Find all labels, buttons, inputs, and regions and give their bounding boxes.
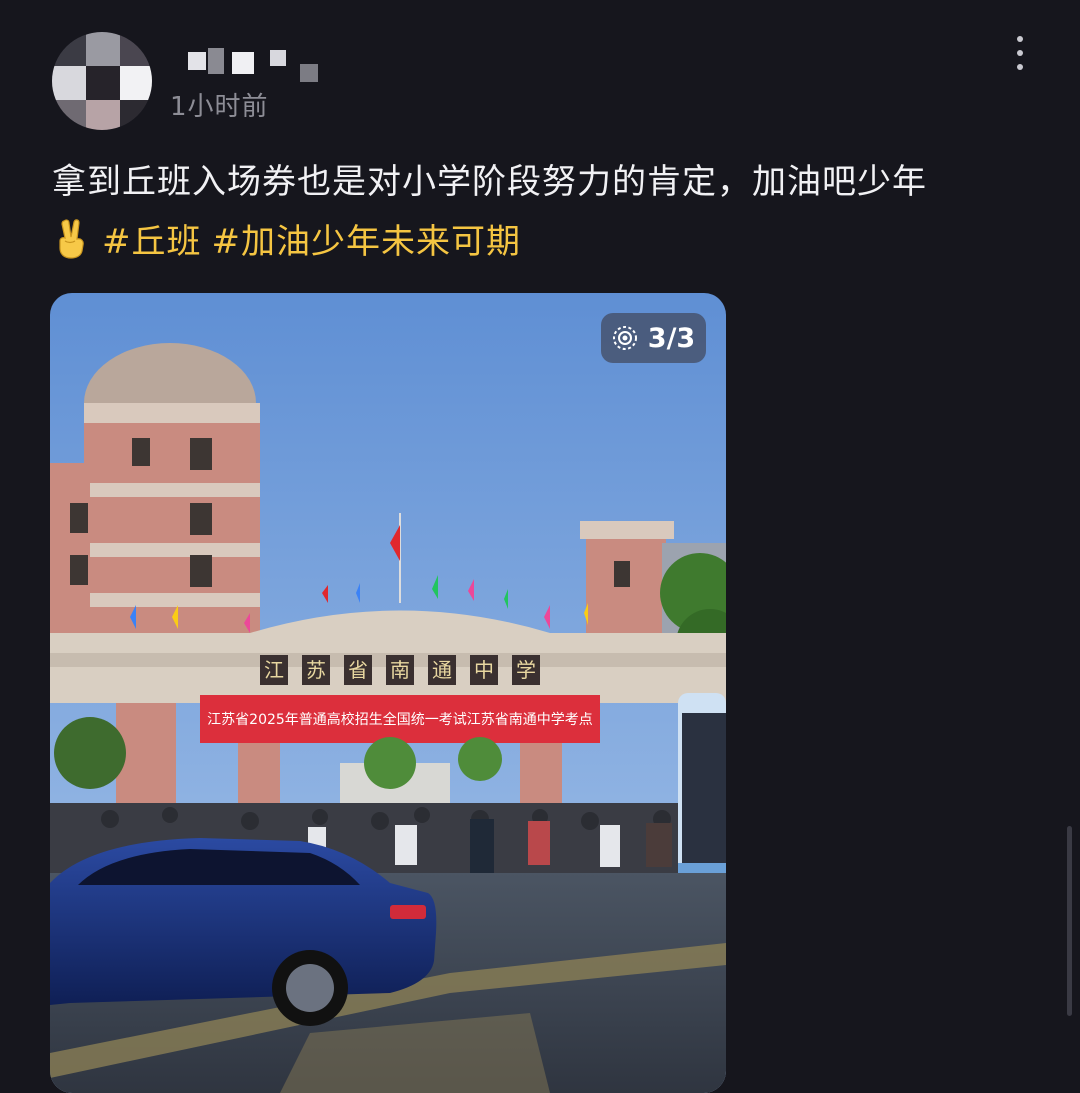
gate-character: 江	[264, 658, 284, 682]
photo-counter-text: 3/3	[647, 322, 696, 354]
gate-character: 中	[474, 658, 494, 682]
exam-banner-text: 江苏省2025年普通高校招生全国统一考试江苏省南通中学考点	[207, 711, 593, 728]
post-timestamp: 1小时前	[170, 92, 269, 122]
scrollbar-thumb[interactable]	[1067, 826, 1072, 1016]
gate-character: 学	[516, 658, 536, 682]
more-vertical-icon	[1017, 36, 1023, 42]
school-gate-photo: 江苏省南通中学江苏省2025年普通高校招生全国统一考试江苏省南通中学考点	[50, 293, 726, 1093]
username-blurred[interactable]	[180, 44, 320, 88]
feed-post: 1小时前 拿到丘班入场券也是对小学阶段努力的肯定，加油吧少年 #丘班 #加油少年未…	[0, 0, 1080, 1093]
gate-character: 南	[390, 658, 410, 682]
gate-character: 省	[348, 658, 368, 682]
post-caption: 拿到丘班入场券也是对小学阶段努力的肯定，加油吧少年 #丘班 #加油少年未来可期	[52, 152, 1032, 272]
hashtag-link[interactable]: #加油少年未来可期	[212, 222, 522, 262]
user-avatar[interactable]	[52, 32, 152, 130]
hashtag-link[interactable]: #丘班	[102, 222, 202, 262]
post-photo[interactable]: 江苏省南通中学江苏省2025年普通高校招生全国统一考试江苏省南通中学考点	[50, 293, 726, 1093]
gallery-icon	[612, 326, 637, 350]
victory-hand-icon	[59, 219, 84, 259]
caption-line-1: 拿到丘班入场券也是对小学阶段努力的肯定，加油吧少年	[52, 162, 927, 202]
caption-line-2: #丘班 #加油少年未来可期	[52, 212, 1032, 272]
more-options-button[interactable]	[1004, 32, 1036, 74]
gate-character: 苏	[306, 658, 326, 682]
photo-counter-badge: 3/3	[601, 313, 706, 363]
gate-character: 通	[432, 658, 452, 682]
